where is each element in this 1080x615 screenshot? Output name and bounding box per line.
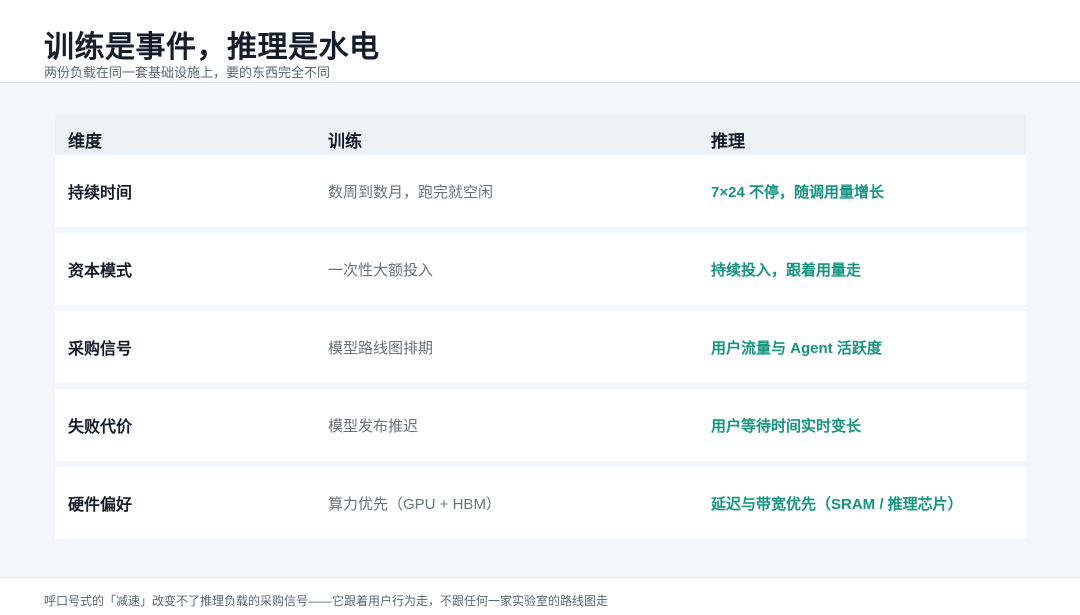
dimension-cell: 资本模式 xyxy=(68,263,133,280)
slide-header: 训练是事件，推理是水电 两份负载在同一套基础设施上，要的东西完全不同 xyxy=(0,0,1080,83)
dimension-cell: 失败代价 xyxy=(68,419,133,436)
training-cell: 模型发布推迟 xyxy=(328,417,419,435)
inference-cell: 持续投入，跟着用量走 xyxy=(711,261,862,279)
table-row: 硬件偏好 算力优先（GPU + HBM） 延迟与带宽优先（SRAM / 推理芯片… xyxy=(55,467,1026,539)
dimension-cell: 硬件偏好 xyxy=(68,497,133,514)
table-row: 持续时间 数周到数月，跑完就空闲 7×24 不停，随调用量增长 xyxy=(55,155,1026,227)
training-cell: 算力优先（GPU + HBM） xyxy=(328,495,501,513)
slide-subtitle: 两份负载在同一套基础设施上，要的东西完全不同 xyxy=(44,65,331,80)
table-header-row: 维度 训练 推理 xyxy=(55,114,1026,155)
table-row: 资本模式 一次性大额投入 持续投入，跟着用量走 xyxy=(55,233,1026,305)
dimension-cell: 持续时间 xyxy=(68,185,133,202)
footnote: 呼口号式的「减速」改变不了推理负载的采购信号——它跟着用户行为走，不跟任何一家实… xyxy=(44,594,609,608)
slide-title: 训练是事件，推理是水电 xyxy=(44,31,380,64)
training-cell: 一次性大额投入 xyxy=(328,261,434,279)
training-cell: 模型路线图排期 xyxy=(328,339,434,357)
training-cell: 数周到数月，跑完就空闲 xyxy=(328,183,494,201)
slide-footer: 呼口号式的「减速」改变不了推理负载的采购信号——它跟着用户行为走，不跟任何一家实… xyxy=(0,577,1080,615)
column-header-dimension: 维度 xyxy=(68,132,102,151)
table-row: 采购信号 模型路线图排期 用户流量与 Agent 活跃度 xyxy=(55,311,1026,383)
comparison-table: 维度 训练 推理 持续时间 数周到数月，跑完就空闲 7×24 不停，随调用量增长… xyxy=(55,114,1026,539)
inference-cell: 延迟与带宽优先（SRAM / 推理芯片） xyxy=(711,495,963,513)
inference-cell: 用户流量与 Agent 活跃度 xyxy=(711,339,882,357)
column-header-inference: 推理 xyxy=(711,132,745,151)
table-row: 失败代价 模型发布推迟 用户等待时间实时变长 xyxy=(55,389,1026,461)
inference-cell: 7×24 不停，随调用量增长 xyxy=(711,183,884,201)
inference-cell: 用户等待时间实时变长 xyxy=(711,417,862,435)
dimension-cell: 采购信号 xyxy=(68,341,133,358)
column-header-training: 训练 xyxy=(328,132,362,151)
